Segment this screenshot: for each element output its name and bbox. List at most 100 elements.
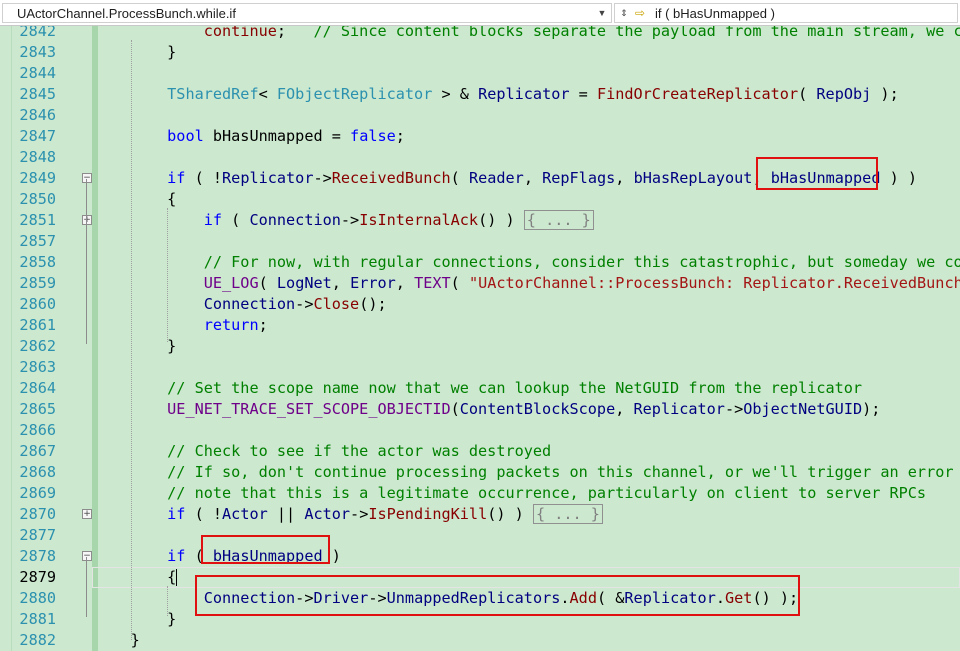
code-text[interactable]: } <box>94 609 176 630</box>
code-text[interactable]: if ( Connection->IsInternalAck() ) { ...… <box>94 210 594 231</box>
code-line[interactable]: 2868 // If so, don't continue processing… <box>0 462 960 483</box>
navigation-bar: UActorChannel.ProcessBunch.while.if ▼ ⇕ … <box>0 0 960 26</box>
code-token: ( ! <box>185 505 223 523</box>
split-arrows-icon[interactable]: ⇕ <box>617 4 631 22</box>
collapsed-region[interactable]: { ... } <box>523 210 594 230</box>
code-text[interactable]: // note that this is a legitimate occurr… <box>94 483 926 504</box>
code-token: { <box>94 190 177 208</box>
code-line[interactable]: 2864 // Set the scope name now that we c… <box>0 378 960 399</box>
code-text[interactable]: Connection->Close(); <box>94 294 387 315</box>
code-line[interactable]: 2851 + if ( Connection->IsInternalAck() )… <box>0 210 960 231</box>
code-token: FObjectReplicator <box>276 85 433 103</box>
code-text[interactable]: UE_NET_TRACE_SET_SCOPE_OBJECTID(ContentB… <box>94 399 880 420</box>
code-line[interactable]: 2843 } <box>0 42 960 63</box>
code-token: return <box>203 316 259 334</box>
code-line[interactable]: 2842 continue; // Since content blocks s… <box>0 26 960 42</box>
code-line[interactable]: 2881 } <box>0 609 960 630</box>
code-text[interactable]: { <box>94 189 176 210</box>
code-text[interactable]: } <box>94 42 176 63</box>
code-text[interactable]: continue; // Since content blocks separa… <box>94 26 960 42</box>
code-text[interactable]: if ( !Actor || Actor->IsPendingKill() ) … <box>94 504 603 525</box>
code-text[interactable]: // Set the scope name now that we can lo… <box>94 378 862 399</box>
code-token: } <box>94 610 177 628</box>
code-token: "UActorChannel::ProcessBunch: Replicator… <box>468 274 960 292</box>
code-token: UnmappedReplicators <box>386 589 561 607</box>
code-token: ; <box>395 127 405 145</box>
code-text[interactable]: // Check to see if the actor was destroy… <box>94 441 551 462</box>
code-line[interactable]: 2867 // Check to see if the actor was de… <box>0 441 960 462</box>
code-line[interactable]: 2848 <box>0 147 960 168</box>
code-line[interactable]: 2866 <box>0 420 960 441</box>
code-token: > & <box>432 85 479 103</box>
code-token: , <box>615 400 634 418</box>
code-line[interactable]: 2847 bool bHasUnmapped = false; <box>0 126 960 147</box>
code-token: Get <box>725 589 753 607</box>
code-line[interactable]: 2860 Connection->Close(); <box>0 294 960 315</box>
code-line[interactable]: 2869 // note that this is a legitimate o… <box>0 483 960 504</box>
code-text[interactable]: bool bHasUnmapped = false; <box>94 126 405 147</box>
code-line[interactable]: 2879 { <box>0 567 960 588</box>
code-text[interactable]: UE_LOG( LogNet, Error, TEXT( "UActorChan… <box>94 273 960 294</box>
line-number: 2846 <box>19 106 56 124</box>
code-line[interactable]: 2878 − if ( bHasUnmapped ) <box>0 546 960 567</box>
code-token: { <box>94 568 177 586</box>
expand-icon[interactable]: + <box>82 509 92 519</box>
chevron-down-icon[interactable]: ▼ <box>595 4 609 22</box>
code-token: Error <box>350 274 396 292</box>
code-token: UE_NET_TRACE_SET_SCOPE_OBJECTID <box>167 400 451 418</box>
code-token: TSharedRef <box>167 85 259 103</box>
code-line[interactable]: 2862 } <box>0 336 960 357</box>
code-line[interactable]: 2865 UE_NET_TRACE_SET_SCOPE_OBJECTID(Con… <box>0 399 960 420</box>
code-line[interactable]: 2880 Connection->Driver->UnmappedReplica… <box>0 588 960 609</box>
code-text[interactable]: if ( !Replicator->ReceivedBunch( Reader,… <box>94 168 917 189</box>
code-token: bHasUnmapped = <box>203 127 351 145</box>
code-line[interactable]: 2877 <box>0 525 960 546</box>
code-token: < <box>258 85 277 103</box>
code-line[interactable]: 2850 { <box>0 189 960 210</box>
collapse-icon[interactable]: − <box>82 173 92 183</box>
code-text[interactable]: } <box>94 630 140 651</box>
code-token: bHasRepLayout <box>633 169 753 187</box>
line-number: 2865 <box>19 400 56 418</box>
code-token: // If so, don't continue processing pack… <box>167 463 960 481</box>
scope-dropdown[interactable]: UActorChannel.ProcessBunch.while.if ▼ <box>2 3 612 23</box>
indent-guide <box>167 208 168 342</box>
code-line[interactable]: 2858 // For now, with regular connection… <box>0 252 960 273</box>
code-text[interactable]: { <box>94 567 176 588</box>
current-line-highlight <box>92 567 960 588</box>
code-text[interactable]: Connection->Driver->UnmappedReplicators.… <box>94 588 798 609</box>
code-line[interactable]: 2857 <box>0 231 960 252</box>
code-text[interactable]: return; <box>94 315 268 336</box>
collapsed-region[interactable]: { ... } <box>532 504 603 524</box>
code-line[interactable]: 2845 TSharedRef< FObjectReplicator > & R… <box>0 84 960 105</box>
code-line[interactable]: 2882 } <box>0 630 960 651</box>
collapse-icon[interactable]: − <box>82 551 92 561</box>
code-line[interactable]: 2859 UE_LOG( LogNet, Error, TEXT( "UActo… <box>0 273 960 294</box>
code-text[interactable]: // For now, with regular connections, co… <box>94 252 960 273</box>
fold-guide-line <box>86 557 87 617</box>
code-text[interactable]: // If so, don't continue processing pack… <box>94 462 960 483</box>
code-line[interactable]: 2870 + if ( !Actor || Actor->IsPendingKil… <box>0 504 960 525</box>
code-line[interactable]: 2849 − if ( !Replicator->ReceivedBunch( R… <box>0 168 960 189</box>
code-token: // For now, with regular connections, co… <box>203 253 960 271</box>
code-token: // Set the scope name now that we can lo… <box>167 379 863 397</box>
code-line[interactable]: 2846 <box>0 105 960 126</box>
code-token: , <box>395 274 415 292</box>
code-token: ( & <box>596 589 625 607</box>
code-text[interactable]: } <box>94 336 176 357</box>
member-dropdown[interactable]: ⇕ ⇨ if ( bHasUnmapped ) <box>614 3 958 23</box>
code-text[interactable]: TSharedRef< FObjectReplicator > & Replic… <box>94 84 899 105</box>
code-line[interactable]: 2863 <box>0 357 960 378</box>
code-token: ReceivedBunch <box>331 169 451 187</box>
code-line[interactable]: 2861 return; <box>0 315 960 336</box>
code-token: RepFlags <box>542 169 616 187</box>
code-token: // Since content blocks separate the pay… <box>313 26 960 40</box>
code-line[interactable]: 2844 <box>0 63 960 84</box>
member-dropdown-label: if ( bHasUnmapped ) <box>655 6 775 21</box>
expand-icon[interactable]: + <box>82 215 92 225</box>
code-editor[interactable]: 2842 continue; // Since content blocks s… <box>0 26 960 651</box>
code-token: Actor <box>304 505 351 523</box>
